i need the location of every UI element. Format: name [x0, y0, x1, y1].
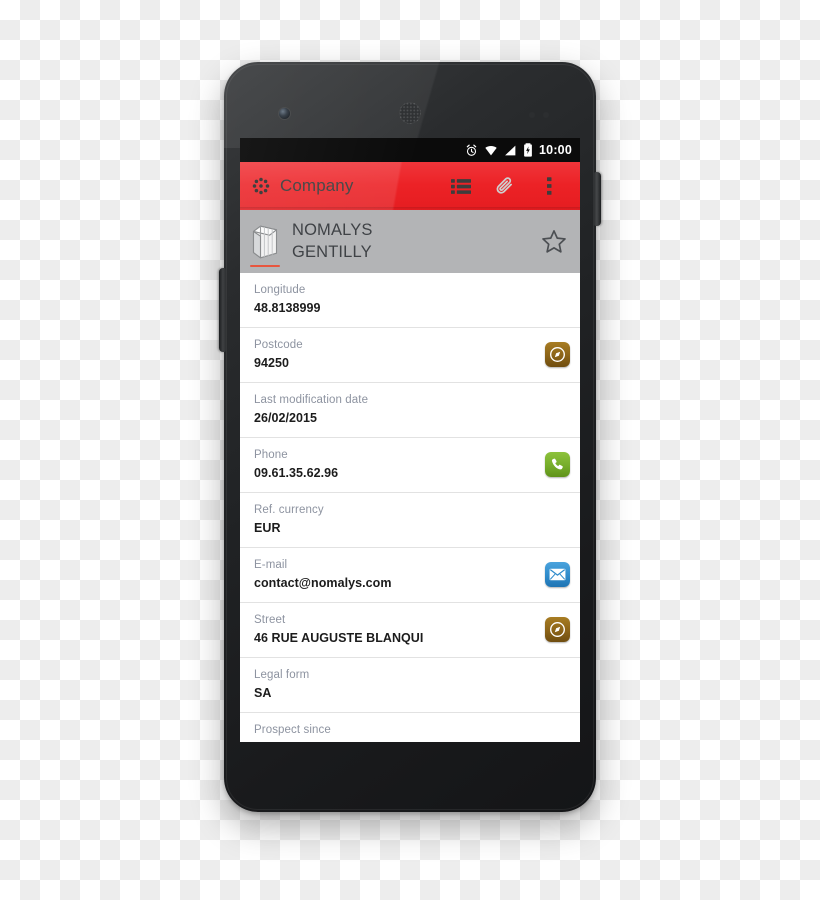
field-row-legal-form[interactable]: Legal form SA — [240, 658, 580, 713]
field-action-placeholder — [545, 397, 570, 422]
record-title-line-1: NOMALYS — [292, 221, 373, 240]
field-label: Legal form — [254, 668, 310, 681]
battery-charging-icon — [523, 143, 533, 157]
field-label: Phone — [254, 448, 288, 461]
field-value: 94250 — [254, 356, 290, 371]
field-label: Postcode — [254, 338, 303, 351]
proximity-sensor-icon — [529, 112, 535, 118]
status-bar: 10:00 — [240, 138, 580, 162]
cellular-signal-icon — [504, 144, 517, 157]
field-label: Longitude — [254, 283, 306, 296]
list-view-icon[interactable] — [439, 164, 483, 208]
field-row-phone[interactable]: Phone 09.61.35.62.96 — [240, 438, 580, 493]
record-field-list: Longitude 48.8138999 Postcode 94250 Last… — [240, 273, 580, 742]
field-text-group: Street 46 RUE AUGUSTE BLANQUI — [254, 612, 537, 647]
field-value: 09.61.35.62.96 — [254, 466, 339, 481]
star-outline-icon[interactable] — [540, 228, 568, 256]
field-label: Street — [254, 613, 286, 626]
power-button[interactable] — [594, 172, 601, 226]
light-sensor-icon — [543, 112, 549, 118]
field-row-ref-currency[interactable]: Ref. currency EUR — [240, 493, 580, 548]
field-action-placeholder — [545, 672, 570, 697]
field-text-group: Longitude 48.8138999 — [254, 282, 537, 317]
compass-map-icon[interactable] — [545, 342, 570, 367]
field-label: Last modification date — [254, 393, 369, 406]
field-value: 22/11/2011 — [254, 739, 537, 742]
field-text-group: E-mail contact@nomalys.com — [254, 557, 537, 592]
phone-call-icon[interactable] — [545, 452, 570, 477]
field-text-group: Ref. currency EUR — [254, 502, 537, 537]
field-row-postcode[interactable]: Postcode 94250 — [240, 328, 580, 383]
field-label: Prospect since — [254, 723, 331, 736]
app-bar-title: Company — [280, 176, 354, 195]
attachment-paperclip-icon[interactable] — [483, 164, 527, 208]
nomalys-dots-logo-icon[interactable] — [251, 176, 271, 196]
status-bar-clock: 10:00 — [539, 143, 572, 157]
wifi-icon — [484, 144, 498, 157]
alarm-clock-icon — [465, 144, 478, 157]
field-row-email[interactable]: E-mail contact@nomalys.com — [240, 548, 580, 603]
field-text-group: Last modification date 26/02/2015 — [254, 392, 537, 427]
record-accent-underline — [250, 264, 280, 267]
status-bar-glare — [240, 138, 451, 162]
field-text-group: Postcode 94250 — [254, 337, 537, 372]
field-text-group: Phone 09.61.35.62.96 — [254, 447, 537, 482]
field-value: EUR — [254, 521, 281, 536]
field-value: 46 RUE AUGUSTE BLANQUI — [254, 631, 424, 646]
field-row-prospect-since[interactable]: Prospect since 22/11/2011 — [240, 713, 580, 742]
field-label: E-mail — [254, 558, 288, 571]
field-value: SA — [254, 686, 272, 701]
field-value: 26/02/2015 — [254, 411, 318, 426]
record-title-line-2: GENTILLY — [292, 242, 372, 261]
field-row-longitude[interactable]: Longitude 48.8138999 — [240, 273, 580, 328]
field-row-street[interactable]: Street 46 RUE AUGUSTE BLANQUI — [240, 603, 580, 658]
phone-screen: 10:00 Company NOMALYS GENTILLY Longitude… — [240, 138, 580, 742]
record-title-group: NOMALYS GENTILLY — [292, 220, 540, 263]
field-text-group: Legal form SA — [254, 667, 537, 702]
field-text-group: Prospect since 22/11/2011 — [254, 722, 537, 742]
volume-rocker[interactable] — [219, 268, 226, 352]
compass-map-icon[interactable] — [545, 617, 570, 642]
company-building-icon — [250, 223, 280, 261]
email-envelope-icon[interactable] — [545, 562, 570, 587]
field-label: Ref. currency — [254, 503, 324, 516]
screenshot-canvas: 10:00 Company NOMALYS GENTILLY Longitude… — [0, 0, 820, 900]
field-value: contact@nomalys.com — [254, 576, 392, 591]
app-bar: Company — [240, 162, 580, 210]
earpiece-speaker-icon — [399, 102, 421, 124]
field-value: 48.8138999 — [254, 301, 321, 316]
overflow-menu-icon[interactable] — [527, 164, 571, 208]
field-action-placeholder — [545, 287, 570, 312]
field-row-last-modification-date[interactable]: Last modification date 26/02/2015 — [240, 383, 580, 438]
record-header[interactable]: NOMALYS GENTILLY — [240, 210, 580, 273]
field-action-placeholder — [545, 727, 570, 742]
field-action-placeholder — [545, 507, 570, 532]
front-camera-icon — [279, 108, 290, 119]
